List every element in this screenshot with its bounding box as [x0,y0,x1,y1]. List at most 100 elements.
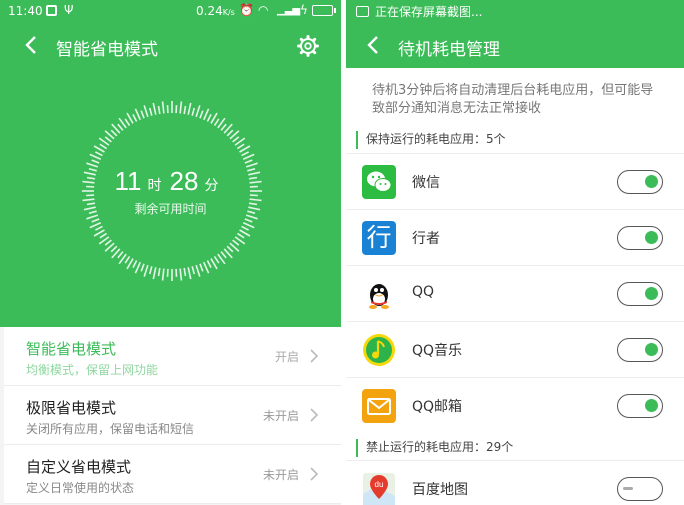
dial-tick [183,267,187,277]
dial-tick [187,102,192,115]
mode-state: 开启 [274,350,299,364]
dial-tick [132,260,138,268]
dial-tick [89,221,102,229]
gear-icon[interactable] [297,35,319,57]
forbid-running-section-title: 禁止运行的耗电应用：29个 [356,439,513,457]
back-arrow-icon[interactable] [364,34,382,56]
dial-tick [202,261,210,274]
dial-tick [183,105,187,115]
dial-tick [95,225,103,231]
xingzhe-icon: 行 [362,221,396,255]
dial-tick [148,266,153,275]
battery-icon [312,5,336,16]
dial-tick [236,232,245,239]
dial-tick [179,101,183,114]
dial-tick [91,218,100,223]
dial-tick [152,267,157,280]
toggle-knob [645,175,658,188]
hours-unit: 时 [147,178,162,194]
dial-tick [110,129,118,137]
dial-tick [179,268,183,281]
standby-note: 待机3分钟后将自动清理后台耗电应用，但可能导致部分通知消息无法正常接收 [372,83,654,116]
screenshot-notice: 正在保存屏幕截图... [375,5,483,19]
signal-icon: ▁▃▅ [277,5,301,16]
chevron-right-icon [309,347,319,365]
app-row-wechat: 微信 [346,153,684,209]
keep-running-toggle[interactable] [617,394,663,418]
remaining-minutes: 28 [169,166,199,196]
app-name: 微信 [412,175,440,191]
dial-tick [199,263,204,272]
mode-item-custom[interactable]: 自定义省电模式 定义日常使用的状态 未开启 [4,445,341,504]
dial-tick [226,245,234,253]
usb-icon: Ψ [64,3,74,17]
keep-running-toggle[interactable] [617,282,663,306]
dial-tick [244,159,253,164]
keep-running-list: 微信 行 行者 QQ QQ音乐 QQ邮箱 [346,153,684,433]
dial-tick [104,239,112,246]
dial-tick [143,105,149,118]
dial-tick [195,264,201,277]
dial-tick [220,251,227,259]
dial-tick [132,114,138,122]
chevron-right-icon [309,465,319,483]
app-row-qq-mail: QQ邮箱 [346,377,684,433]
dial-tick [241,225,249,231]
dial-tick [148,107,153,116]
screenshot-notification-icon [46,5,57,16]
page-title: 待机耗电管理 [398,40,500,60]
dial-tick [152,102,157,115]
keep-running-toggle[interactable] [617,338,663,362]
app-row-qq-music: QQ音乐 [346,321,684,377]
app-name: 百度地图 [412,482,468,498]
page-title: 智能省电模式 [56,40,158,60]
mode-item-extreme[interactable]: 极限省电模式 关闭所有应用，保留电话和短信 未开启 [4,386,341,445]
dial-tick [157,267,161,277]
keep-running-toggle[interactable] [617,226,663,250]
dial-tick [157,105,161,115]
dial-tick [232,239,240,246]
app-name: QQ [412,284,435,300]
dial-tick [244,218,253,223]
qq-mail-icon [362,389,396,423]
mode-state: 未开启 [262,468,299,482]
dial-tick [187,267,192,280]
forbid-running-list: du 百度地图 [346,460,684,505]
wifi-icon: ◠ [258,3,269,17]
status-bar: 11:40 Ψ 0.24K/s ⏰ ◠ ▁▃▅ ϟ [0,0,341,24]
dial-tick [161,101,165,114]
mode-title: 极限省电模式 [26,399,117,417]
app-row-xingzhe: 行 行者 [346,209,684,265]
dial-tick [206,114,212,122]
mode-description: 关闭所有应用，保留电话和短信 [26,422,195,436]
keep-running-section-title: 保持运行的耗电应用：5个 [356,131,506,149]
keep-running-toggle[interactable] [617,170,663,194]
image-icon [356,6,369,17]
mode-item-smart[interactable]: 智能省电模式 均衡模式，保留上网功能 开启 [4,327,341,386]
power-saving-screen: 11:40 Ψ 0.24K/s ⏰ ◠ ▁▃▅ ϟ 智能省电模式 11 时 28… [0,0,341,505]
dial-tick [140,110,145,119]
network-speed: 0.24K/s [196,4,235,18]
qq-icon [362,277,396,311]
remaining-hours: 11 [114,166,142,196]
dial-tick [220,123,227,131]
keep-running-toggle[interactable] [617,477,663,501]
dial-tick [89,153,102,161]
mode-state: 未开启 [262,409,299,423]
app-name: QQ音乐 [412,343,463,359]
dial-tick [242,153,255,161]
dial-tick [206,260,212,268]
dial-tick [232,136,240,143]
mode-title: 自定义省电模式 [26,458,132,476]
app-name: 行者 [412,231,440,247]
dial-tick [117,123,124,131]
dial-tick [124,118,131,127]
dial-tick [143,264,149,277]
remaining-time-label: 剩余可用时间 [134,202,207,216]
dial-tick [191,266,196,275]
dial-tick [199,110,204,119]
wechat-icon [362,165,396,199]
minutes-unit: 分 [204,178,219,194]
toggle-knob [623,487,633,490]
back-arrow-icon[interactable] [22,34,40,56]
